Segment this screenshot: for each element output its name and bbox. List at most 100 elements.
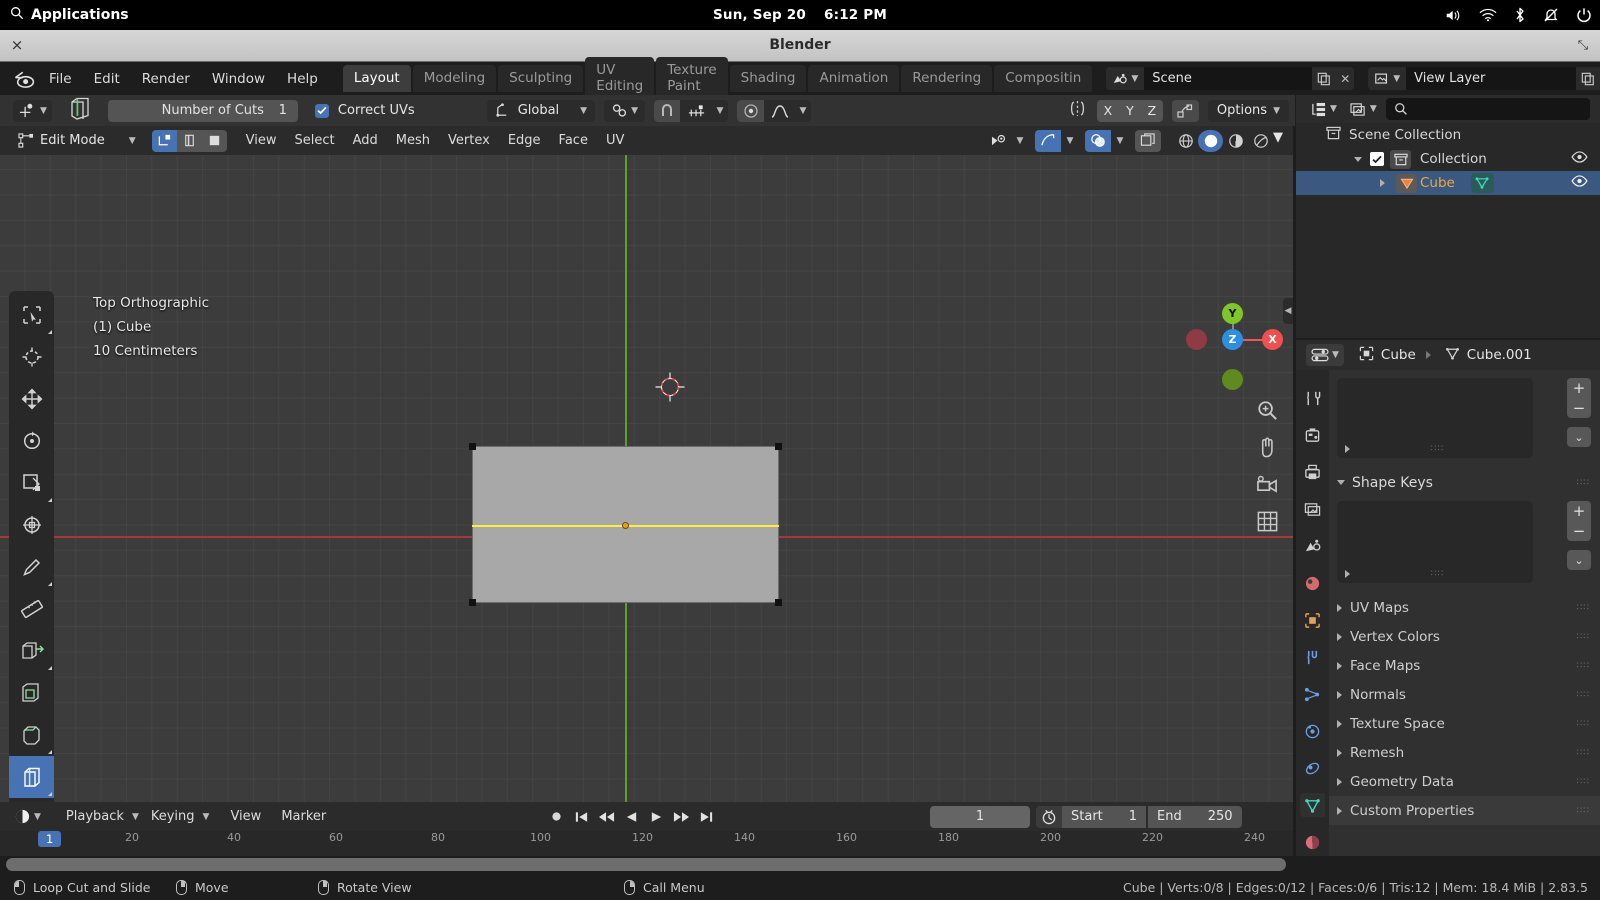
panel-normals[interactable]: Normals ∷∷ bbox=[1337, 680, 1600, 709]
viewport-menu-view[interactable]: View bbox=[237, 130, 286, 151]
tab-modeling[interactable]: Modeling bbox=[412, 65, 497, 92]
current-frame-field[interactable]: 1 bbox=[930, 805, 1030, 828]
timeline-menu-playback[interactable]: Playback bbox=[58, 806, 132, 827]
snap-increment-icon[interactable] bbox=[683, 100, 709, 122]
panel-custom-properties[interactable]: Custom Properties ∷∷ bbox=[1329, 796, 1600, 825]
inset-faces-tool[interactable] bbox=[9, 672, 54, 714]
properties-editor-type-button[interactable]: ▼ bbox=[1306, 344, 1344, 366]
grip-dots-icon[interactable]: ∷∷ bbox=[1577, 661, 1590, 671]
timeline-ruler[interactable]: 1 20 40 60 80 100 120 140 160 180 200 22… bbox=[0, 831, 1293, 856]
vertex-handle[interactable] bbox=[469, 599, 476, 606]
bluetooth-icon[interactable] bbox=[1514, 7, 1526, 23]
horizontal-scrollbar[interactable] bbox=[6, 858, 1286, 871]
viewport-menu-uv[interactable]: UV bbox=[597, 130, 633, 151]
vertex-group-remove-button[interactable]: − bbox=[1567, 398, 1591, 418]
mirror-z-button[interactable]: Z bbox=[1140, 99, 1163, 122]
world-tab[interactable] bbox=[1300, 571, 1325, 595]
shape-keys-panel-header[interactable]: Shape Keys ∷∷ bbox=[1337, 468, 1600, 497]
grip-dots-icon[interactable]: ∷∷ bbox=[1431, 444, 1444, 454]
render-tab[interactable] bbox=[1300, 423, 1325, 447]
correct-uvs-checkbox[interactable]: Correct UVs bbox=[314, 103, 415, 118]
snap-magnet-icon[interactable] bbox=[654, 99, 681, 122]
edge-select-icon[interactable] bbox=[176, 129, 202, 152]
expander-right-icon[interactable] bbox=[1380, 179, 1385, 187]
properties-editor[interactable]: ▼ Cube Cube.001 ∷∷ + − ⌄ Shape Keys ∷∷ ∷… bbox=[1296, 340, 1600, 856]
visibility-dropdown-icon[interactable]: ▼ bbox=[1011, 130, 1029, 152]
viewport-menu-select[interactable]: Select bbox=[286, 130, 344, 151]
tool-tab[interactable] bbox=[1300, 386, 1325, 410]
next-keyframe-icon[interactable] bbox=[670, 806, 693, 828]
object-visibility-eye-icon[interactable] bbox=[1571, 175, 1588, 191]
loop-cut-tool[interactable] bbox=[9, 756, 54, 798]
panel-uv-maps[interactable]: UV Maps ∷∷ bbox=[1337, 593, 1600, 622]
xray-toggle-icon[interactable] bbox=[1135, 129, 1161, 152]
particles-tab[interactable] bbox=[1300, 682, 1325, 706]
vertex-group-specials-menu-button[interactable]: ⌄ bbox=[1567, 427, 1591, 447]
vertex-select-icon[interactable] bbox=[151, 129, 177, 152]
window-maximize-button[interactable]: ⤡ bbox=[1574, 37, 1592, 55]
navigation-gizmo[interactable]: Y Z X bbox=[1186, 293, 1286, 393]
grip-dots-icon[interactable]: ∷∷ bbox=[1577, 603, 1590, 613]
gizmo-axis-x-positive[interactable]: X bbox=[1262, 329, 1283, 350]
gizmo-axis-x-negative[interactable] bbox=[1186, 329, 1207, 350]
viewport-menu-edge[interactable]: Edge bbox=[499, 130, 550, 151]
sidebar-collapse-arrow-icon[interactable]: ◀ bbox=[1283, 298, 1293, 324]
menu-file[interactable]: File bbox=[38, 67, 83, 91]
timeline-playhead[interactable]: 1 bbox=[38, 831, 62, 847]
record-icon[interactable] bbox=[545, 806, 568, 828]
collection-checkbox[interactable] bbox=[1370, 152, 1384, 166]
mesh-data-icon[interactable] bbox=[1470, 173, 1494, 193]
panel-texture-space[interactable]: Texture Space ∷∷ bbox=[1337, 709, 1600, 738]
scene-new-button[interactable] bbox=[1312, 67, 1337, 90]
solid-shading-icon[interactable] bbox=[1198, 129, 1223, 152]
gizmo-axis-z-positive[interactable]: Z bbox=[1222, 329, 1243, 350]
tab-shading[interactable]: Shading bbox=[729, 65, 807, 92]
vertex-groups-list[interactable]: ∷∷ bbox=[1337, 378, 1533, 458]
proportional-editing-icon[interactable] bbox=[737, 99, 765, 122]
jump-start-icon[interactable] bbox=[570, 806, 593, 828]
object-tab[interactable] bbox=[1300, 608, 1325, 632]
grid-toggle-icon[interactable] bbox=[1253, 507, 1282, 536]
overlays-dropdown-icon[interactable]: ▼ bbox=[1111, 130, 1129, 152]
modifier-tab[interactable] bbox=[1300, 645, 1325, 669]
snap-dropdown-arrow-icon[interactable]: ▼ bbox=[712, 100, 728, 122]
outliner-editor[interactable]: ▼ ▼ Scene Collection Collection Cube bbox=[1296, 95, 1600, 338]
outliner-row-collection[interactable]: Collection bbox=[1296, 147, 1600, 171]
grip-dots-icon[interactable]: ∷∷ bbox=[1577, 806, 1590, 816]
bevel-tool[interactable] bbox=[9, 714, 54, 756]
interaction-mode-dropdown[interactable]: Edit Mode ▼ bbox=[12, 129, 144, 152]
applications-menu[interactable]: Applications bbox=[10, 6, 129, 24]
menu-help[interactable]: Help bbox=[276, 67, 329, 91]
expander-right-icon[interactable] bbox=[1345, 570, 1350, 578]
shape-key-remove-button[interactable]: − bbox=[1567, 521, 1591, 541]
tab-rendering[interactable]: Rendering bbox=[901, 65, 993, 92]
transform-tool[interactable] bbox=[9, 504, 54, 546]
topology-mirror-button[interactable] bbox=[1171, 99, 1199, 122]
mirror-y-button[interactable]: Y bbox=[1118, 99, 1141, 122]
active-tool-button[interactable]: ▼ bbox=[13, 99, 52, 122]
view-layer-browse-button[interactable]: ▼ bbox=[1368, 67, 1407, 90]
pan-hand-icon[interactable] bbox=[1253, 433, 1282, 462]
menu-window[interactable]: Window bbox=[201, 67, 276, 91]
gizmo-dropdown-icon[interactable]: ▼ bbox=[1061, 130, 1079, 152]
vertex-handle[interactable] bbox=[775, 443, 782, 450]
transform-orientation-dropdown[interactable]: Global ▼ bbox=[486, 99, 596, 122]
shape-key-add-button[interactable]: + bbox=[1567, 501, 1591, 521]
falloff-dropdown-arrow-icon[interactable]: ▼ bbox=[795, 100, 811, 122]
volume-icon[interactable] bbox=[1445, 8, 1462, 23]
viewport-menu-face[interactable]: Face bbox=[550, 130, 597, 151]
viewport-menu-mesh[interactable]: Mesh bbox=[387, 130, 439, 151]
zoom-icon[interactable] bbox=[1253, 396, 1282, 425]
scene-name-field[interactable]: Scene bbox=[1144, 67, 1313, 90]
vertex-handle[interactable] bbox=[775, 599, 782, 606]
menu-render[interactable]: Render bbox=[131, 67, 201, 91]
object-data-tab[interactable] bbox=[1300, 793, 1325, 817]
menu-edit[interactable]: Edit bbox=[83, 67, 131, 91]
panel-geometry-data[interactable]: Geometry Data ∷∷ bbox=[1337, 767, 1600, 796]
blender-logo-icon[interactable] bbox=[14, 69, 38, 89]
output-tab[interactable] bbox=[1300, 460, 1325, 484]
panel-vertex-colors[interactable]: Vertex Colors ∷∷ bbox=[1337, 622, 1600, 651]
panel-remesh[interactable]: Remesh ∷∷ bbox=[1337, 738, 1600, 767]
show-gizmo-icon[interactable] bbox=[1035, 129, 1061, 152]
expander-down-icon[interactable] bbox=[1354, 156, 1362, 162]
